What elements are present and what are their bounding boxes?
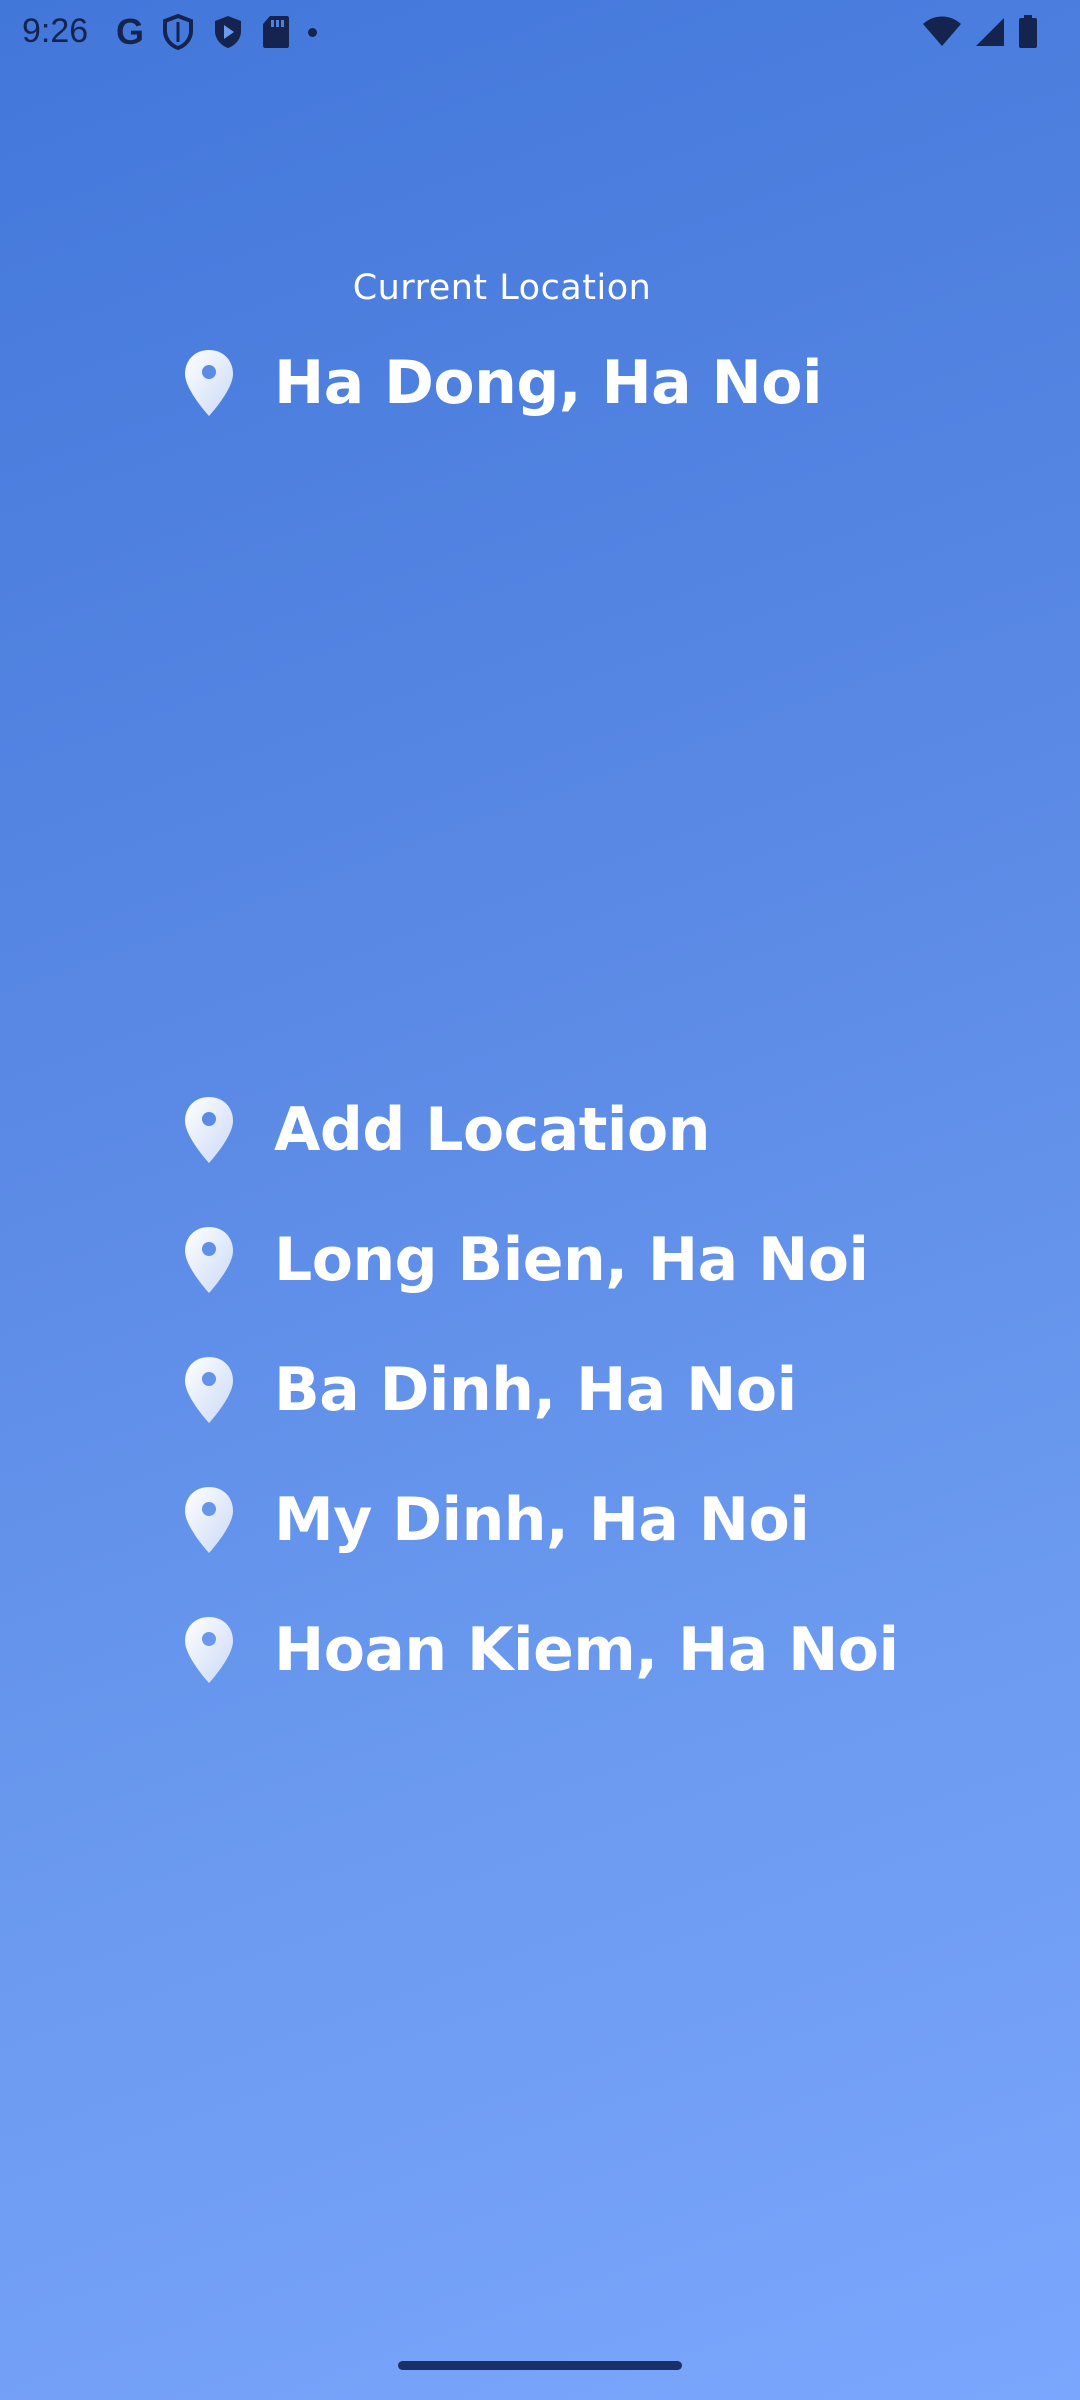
add-location-button[interactable]: Add Location bbox=[182, 1090, 710, 1170]
status-notification-icons: G bbox=[116, 11, 318, 52]
status-time: 9:26 bbox=[22, 12, 89, 50]
status-bar: 9:26 G bbox=[0, 0, 1080, 64]
home-indicator[interactable] bbox=[398, 2361, 682, 2370]
google-icon: G bbox=[116, 11, 145, 52]
location-item-long-bien[interactable]: Long Bien, Ha Noi bbox=[182, 1220, 869, 1300]
signal-icon bbox=[976, 18, 1004, 46]
current-location-label: Current Location bbox=[352, 268, 652, 308]
location-pin-icon bbox=[185, 1097, 233, 1163]
location-item-my-dinh[interactable]: My Dinh, Ha Noi bbox=[182, 1480, 810, 1560]
shield-play-icon bbox=[215, 16, 242, 48]
shield-outline-icon bbox=[163, 14, 194, 50]
location-pin-icon bbox=[185, 1487, 233, 1553]
location-label: Long Bien, Ha Noi bbox=[274, 1225, 869, 1295]
location-label: Add Location bbox=[274, 1095, 710, 1165]
sd-card-icon bbox=[263, 16, 290, 48]
location-label: Hoan Kiem, Ha Noi bbox=[274, 1615, 899, 1685]
battery-icon bbox=[1019, 15, 1037, 48]
location-item-hoan-kiem[interactable]: Hoan Kiem, Ha Noi bbox=[182, 1610, 899, 1690]
status-system-icons bbox=[922, 12, 1038, 52]
location-label: Ba Dinh, Ha Noi bbox=[274, 1355, 797, 1425]
location-label: My Dinh, Ha Noi bbox=[274, 1485, 810, 1555]
location-pin-icon bbox=[185, 1227, 233, 1293]
location-pin-icon bbox=[185, 350, 233, 416]
current-location-name: Ha Dong, Ha Noi bbox=[274, 348, 823, 418]
dot-icon bbox=[308, 27, 318, 37]
location-item-ba-dinh[interactable]: Ba Dinh, Ha Noi bbox=[182, 1350, 797, 1430]
current-location[interactable]: Ha Dong, Ha Noi bbox=[182, 343, 823, 423]
wifi-icon bbox=[923, 16, 961, 46]
location-pin-icon bbox=[185, 1357, 233, 1423]
location-pin-icon bbox=[185, 1617, 233, 1683]
